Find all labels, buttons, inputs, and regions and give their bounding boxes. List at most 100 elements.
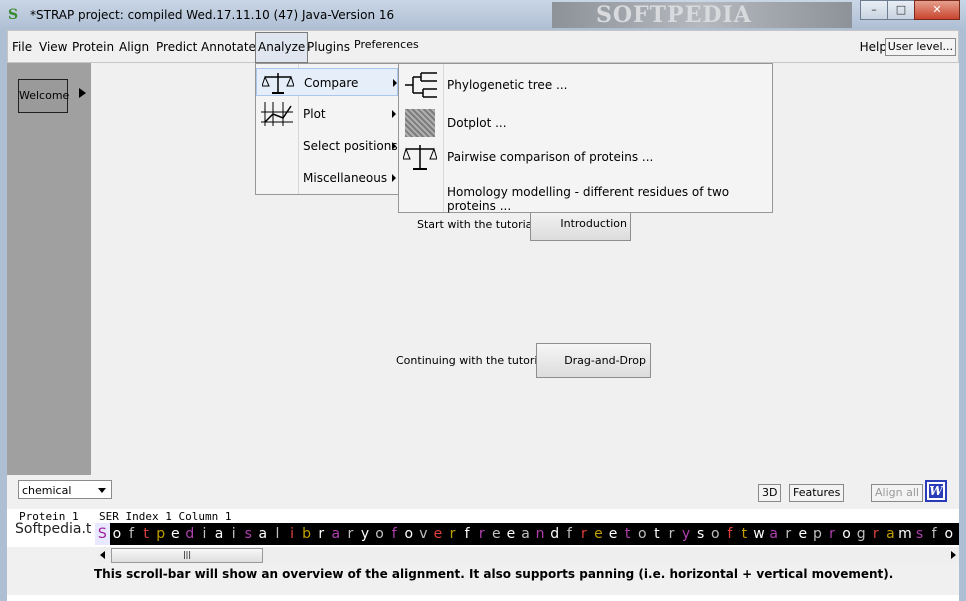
residue[interactable]: t <box>737 523 752 545</box>
residue[interactable]: e <box>168 523 183 545</box>
align-all-button[interactable]: Align all <box>871 484 923 502</box>
drag-and-drop-button[interactable]: Drag-and-Drop <box>536 343 651 378</box>
menu-preferences[interactable]: Preferences <box>354 38 419 51</box>
residue[interactable]: b <box>299 523 314 545</box>
menu-item-compare[interactable]: Compare <box>256 68 398 96</box>
close-button[interactable]: ✕ <box>914 0 960 20</box>
residue[interactable]: r <box>577 523 592 545</box>
residue[interactable]: i <box>285 523 300 545</box>
residue[interactable]: r <box>825 523 840 545</box>
3d-button[interactable]: 3D <box>758 484 782 502</box>
scroll-right-icon[interactable] <box>951 551 956 559</box>
menu-annotate[interactable]: Annotate <box>201 40 256 54</box>
residue[interactable]: a <box>883 523 898 545</box>
residue[interactable]: e <box>606 523 621 545</box>
menu-item-select-positions[interactable]: Select positions <box>256 132 398 160</box>
submenu-item-homology-modelling[interactable]: Homology modelling - different residues … <box>399 175 772 213</box>
residue[interactable]: e <box>591 523 606 545</box>
residue[interactable]: s <box>912 523 927 545</box>
residue[interactable]: o <box>839 523 854 545</box>
w-icon: W <box>929 484 943 498</box>
residue[interactable]: r <box>474 523 489 545</box>
residue[interactable]: f <box>387 523 402 545</box>
residue[interactable]: e <box>796 523 811 545</box>
residue[interactable]: a <box>212 523 227 545</box>
residue[interactable]: e <box>504 523 519 545</box>
w-button[interactable]: W <box>925 480 947 502</box>
residue[interactable]: f <box>460 523 475 545</box>
minimize-button[interactable]: – <box>860 0 888 20</box>
residue[interactable]: f <box>927 523 942 545</box>
residue[interactable]: o <box>401 523 416 545</box>
residue[interactable]: y <box>679 523 694 545</box>
residue[interactable]: n <box>533 523 548 545</box>
residue[interactable]: o <box>635 523 650 545</box>
residue[interactable]: r <box>781 523 796 545</box>
residue[interactable]: l <box>270 523 285 545</box>
phylogenetic-tree-icon <box>405 72 437 98</box>
residue[interactable]: a <box>256 523 271 545</box>
chevron-down-icon <box>98 488 106 493</box>
residue[interactable]: o <box>372 523 387 545</box>
submenu-item-phylogenetic-tree[interactable]: Phylogenetic tree ... <box>399 68 772 102</box>
residue[interactable]: o <box>941 523 956 545</box>
residue[interactable]: r <box>868 523 883 545</box>
menu-bar: File View Protein Align Predict Annotate… <box>7 30 959 63</box>
scroll-left-icon[interactable] <box>100 551 105 559</box>
alignment-scrollbar[interactable]: ||| <box>97 547 959 563</box>
residue[interactable]: o <box>110 523 125 545</box>
residue[interactable]: f <box>562 523 577 545</box>
welcome-tab[interactable]: Welcome <box>18 79 69 113</box>
submenu-item-pairwise-comparison[interactable]: Pairwise comparison of proteins ... <box>399 140 772 174</box>
residue[interactable]: o <box>708 523 723 545</box>
residue[interactable]: w <box>752 523 767 545</box>
residue[interactable]: r <box>343 523 358 545</box>
submenu-item-dotplot[interactable]: Dotplot ... <box>399 106 772 140</box>
residue[interactable]: r <box>956 523 959 545</box>
residue[interactable]: a <box>518 523 533 545</box>
residue[interactable]: r <box>445 523 460 545</box>
residue[interactable]: r <box>664 523 679 545</box>
menu-protein[interactable]: Protein <box>72 40 114 54</box>
residue[interactable]: p <box>153 523 168 545</box>
residue[interactable]: s <box>693 523 708 545</box>
scroll-thumb[interactable]: ||| <box>111 548 263 563</box>
help-menu[interactable]: Help <box>860 40 887 54</box>
residue[interactable]: i <box>197 523 212 545</box>
residue[interactable]: S <box>95 523 110 545</box>
menu-plugins[interactable]: Plugins <box>307 40 350 54</box>
residue[interactable]: a <box>766 523 781 545</box>
residue[interactable]: d <box>547 523 562 545</box>
user-level-button[interactable]: User level... <box>884 38 956 56</box>
residue[interactable]: g <box>854 523 869 545</box>
residue[interactable]: t <box>620 523 635 545</box>
menu-item-plot[interactable]: Plot <box>256 100 398 128</box>
residue[interactable]: s <box>241 523 256 545</box>
expand-arrow-icon[interactable] <box>79 88 86 98</box>
features-button[interactable]: Features <box>789 484 845 502</box>
residue[interactable]: i <box>226 523 241 545</box>
residue[interactable]: d <box>183 523 198 545</box>
residue-coloring-select[interactable]: chemical <box>18 480 112 499</box>
menu-align[interactable]: Align <box>119 40 149 54</box>
residue[interactable]: v <box>416 523 431 545</box>
menu-item-miscellaneous[interactable]: Miscellaneous <box>256 164 398 192</box>
residue[interactable]: t <box>650 523 665 545</box>
residue[interactable]: e <box>431 523 446 545</box>
residue[interactable]: e <box>489 523 504 545</box>
residue[interactable]: t <box>139 523 154 545</box>
residue[interactable]: m <box>898 523 913 545</box>
maximize-button[interactable]: □ <box>887 0 915 20</box>
menu-predict[interactable]: Predict <box>156 40 197 54</box>
residue[interactable]: a <box>329 523 344 545</box>
residue[interactable]: y <box>358 523 373 545</box>
menu-analyze[interactable]: Analyze <box>255 32 309 63</box>
residue[interactable]: p <box>810 523 825 545</box>
residue[interactable]: f <box>124 523 139 545</box>
residue[interactable]: f <box>723 523 738 545</box>
protein-name-label[interactable]: Softpedia.t <box>15 521 91 537</box>
menu-file[interactable]: File <box>12 40 32 54</box>
sequence-row[interactable]: Softpediaisalibraryofoverfreeandfreetotr… <box>95 523 959 545</box>
menu-view[interactable]: View <box>39 40 67 54</box>
residue[interactable]: r <box>314 523 329 545</box>
